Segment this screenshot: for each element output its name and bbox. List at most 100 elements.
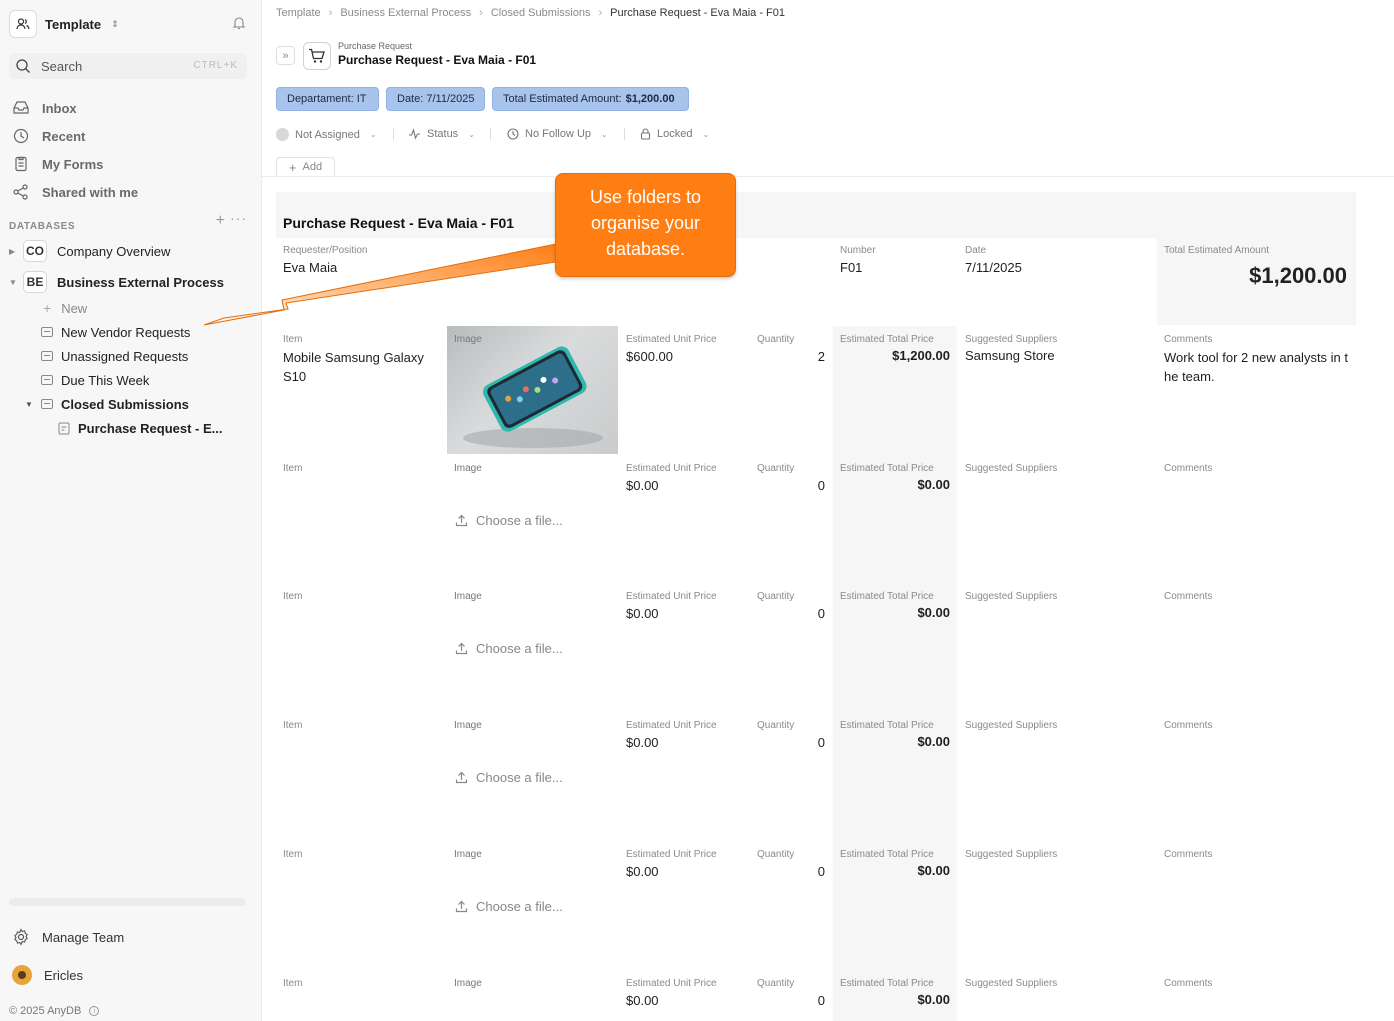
comments-value[interactable]: Work tool for 2 new analysts in the team… xyxy=(1164,348,1350,386)
divider xyxy=(262,176,1394,177)
manage-team-label: Manage Team xyxy=(42,929,125,945)
requester-value[interactable]: Eva Maia xyxy=(283,260,337,275)
item-label: Item xyxy=(283,978,303,989)
bell-icon[interactable] xyxy=(232,16,246,35)
search-bar[interactable]: CTRL+K xyxy=(9,53,247,79)
new-item-button[interactable]: + New xyxy=(43,298,87,318)
item-value[interactable]: Mobile Samsung Galaxy S10 xyxy=(283,348,438,386)
chevron-updown-icon: ⇕ xyxy=(111,18,119,29)
unit-price-value[interactable]: $0.00 xyxy=(626,478,659,493)
upload-icon xyxy=(455,514,468,527)
quantity-value[interactable]: 0 xyxy=(757,864,825,879)
total-price-label: Estimated Total Price xyxy=(840,334,934,345)
suppliers-value[interactable]: Samsung Store xyxy=(965,348,1055,363)
total-amount-box: Total Estimated Amount $1,200.00 xyxy=(1157,238,1356,325)
breadcrumb-item[interactable]: Closed Submissions xyxy=(491,7,591,19)
comments-label: Comments xyxy=(1164,720,1213,731)
image-label: Image xyxy=(454,849,482,860)
quantity-value[interactable]: 2 xyxy=(757,349,825,364)
number-value[interactable]: F01 xyxy=(840,260,862,275)
quantity-value[interactable]: 0 xyxy=(757,993,825,1008)
chevron-down-icon[interactable]: ▼ xyxy=(9,278,23,287)
suppliers-word: Suppliers xyxy=(1015,591,1058,602)
total-price-column xyxy=(833,326,957,1021)
folder-due-this-week[interactable]: Due This Week xyxy=(41,370,149,390)
tag-label: Date: xyxy=(397,93,424,105)
follow-up-label: No Follow Up xyxy=(525,128,592,140)
breadcrumb-item[interactable]: Business External Process xyxy=(340,7,471,19)
add-database-icon[interactable]: + xyxy=(216,212,225,230)
nav-my-forms[interactable]: My Forms xyxy=(12,150,138,178)
record-purchase-request[interactable]: Purchase Request - E... xyxy=(58,418,223,438)
avatar xyxy=(12,965,32,985)
sidebar: Template ⇕ CTRL+K Inbox Recent My Forms … xyxy=(0,0,262,1021)
nav-inbox[interactable]: Inbox xyxy=(12,94,138,122)
unit-price-label: Estimated Unit Price xyxy=(626,591,717,602)
clock-icon xyxy=(507,128,519,140)
copyright: © 2025 AnyDB i xyxy=(9,1005,100,1017)
quantity-value[interactable]: 0 xyxy=(757,606,825,621)
choose-file-button[interactable]: Choose a file... xyxy=(455,513,563,528)
search-icon xyxy=(16,59,30,73)
search-input[interactable] xyxy=(41,58,181,74)
user-name: Ericles xyxy=(44,967,84,983)
tag-department[interactable]: Departament: IT xyxy=(276,87,379,111)
plus-icon: + xyxy=(288,159,297,175)
quantity-value[interactable]: 0 xyxy=(757,478,825,493)
upload-icon xyxy=(455,642,468,655)
forms-icon xyxy=(15,156,27,172)
info-icon[interactable]: i xyxy=(89,1006,100,1016)
unit-price-value[interactable]: $600.00 xyxy=(626,349,673,364)
total-price-label: Estimated Total Price xyxy=(840,720,934,731)
manage-team-button[interactable]: Manage Team xyxy=(12,928,124,946)
item-label: Item xyxy=(283,591,303,602)
lock-dropdown[interactable]: Locked ⌄ xyxy=(640,128,709,140)
folder-closed-submissions[interactable]: ▼ Closed Submissions xyxy=(25,394,189,414)
chevron-down-icon[interactable]: ▼ xyxy=(25,400,33,409)
folder-new-vendor-requests[interactable]: New Vendor Requests xyxy=(41,322,190,342)
chevron-right-icon[interactable]: ▶ xyxy=(9,247,23,256)
tag-date[interactable]: Date: 7/11/2025 xyxy=(386,87,485,111)
sidebar-scrollbar[interactable] xyxy=(9,898,246,906)
folder-unassigned-requests[interactable]: Unassigned Requests xyxy=(41,346,188,366)
lock-icon xyxy=(640,128,651,140)
unit-price-value[interactable]: $0.00 xyxy=(626,993,659,1008)
total-price-label: Estimated Total Price xyxy=(840,463,934,474)
add-button[interactable]: + Add xyxy=(276,157,335,176)
more-icon[interactable]: ··· xyxy=(230,210,247,226)
choose-file-button[interactable]: Choose a file... xyxy=(455,899,563,914)
item-label: Item xyxy=(283,849,303,860)
suppliers-prefix: Suggested xyxy=(965,463,1013,474)
user-icon xyxy=(276,128,289,141)
quantity-label: Quantity xyxy=(757,334,795,345)
unit-price-value[interactable]: $0.00 xyxy=(626,864,659,879)
tag-total[interactable]: Total Estimated Amount: $1,200.00 xyxy=(492,87,689,111)
total-price-value: $0.00 xyxy=(917,477,950,492)
databases-header: DATABASES + ··· xyxy=(9,210,249,232)
database-company-overview[interactable]: ▶ CO Company Overview xyxy=(9,239,170,263)
cart-icon xyxy=(303,42,331,70)
status-dropdown[interactable]: Status ⌄ xyxy=(408,128,475,140)
expand-sidebar-button[interactable]: » xyxy=(276,46,295,65)
unit-price-value[interactable]: $0.00 xyxy=(626,735,659,750)
comments-label: Comments xyxy=(1164,334,1213,345)
user-profile[interactable]: Ericles xyxy=(12,965,83,985)
nav-recent[interactable]: Recent xyxy=(12,122,138,150)
assignee-dropdown[interactable]: Not Assigned ⌄ xyxy=(276,128,377,141)
date-value[interactable]: 7/11/2025 xyxy=(965,260,1022,275)
quantity-value[interactable]: 0 xyxy=(757,735,825,750)
workspace-switcher[interactable]: Template ⇕ xyxy=(9,10,119,38)
record-label: Purchase Request - E... xyxy=(78,420,223,436)
breadcrumb-item[interactable]: Template xyxy=(276,7,321,19)
unit-price-label: Estimated Unit Price xyxy=(626,978,717,989)
image-label: Image xyxy=(454,463,482,474)
choose-file-button[interactable]: Choose a file... xyxy=(455,770,563,785)
follow-up-dropdown[interactable]: No Follow Up ⌄ xyxy=(507,128,608,140)
product-image[interactable] xyxy=(447,326,618,454)
choose-file-button[interactable]: Choose a file... xyxy=(455,641,563,656)
database-business-external-process[interactable]: ▼ BE Business External Process xyxy=(9,270,224,294)
folder-label: Due This Week xyxy=(61,372,150,388)
nav-shared[interactable]: Shared with me xyxy=(12,178,138,206)
item-label: Item xyxy=(283,463,303,474)
unit-price-value[interactable]: $0.00 xyxy=(626,606,659,621)
